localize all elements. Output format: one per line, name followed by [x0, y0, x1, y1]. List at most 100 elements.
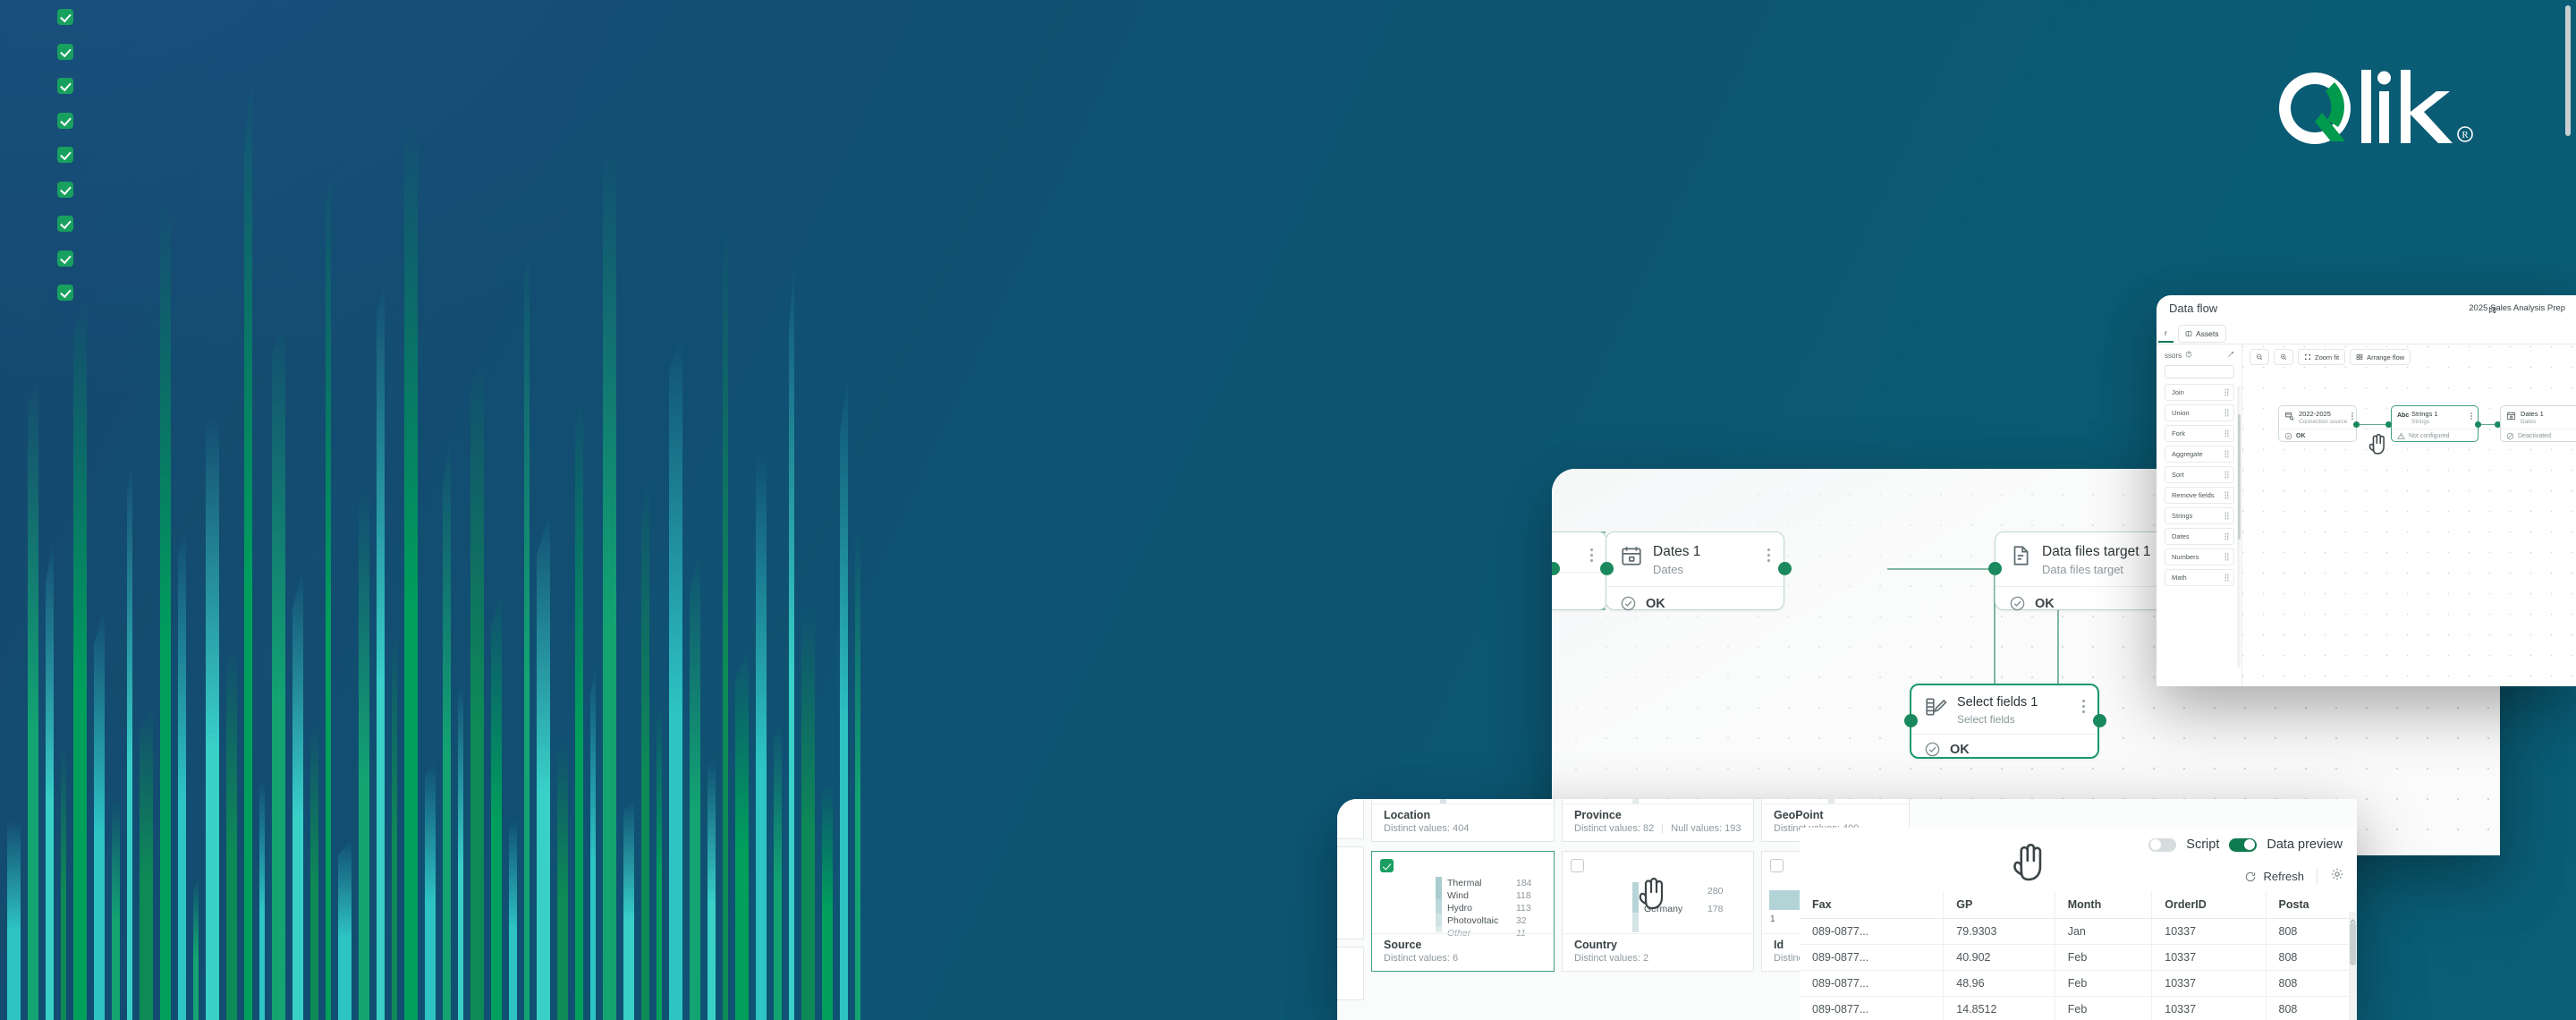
flow-connector-dot[interactable] [1778, 562, 1792, 575]
processor-item[interactable]: Dates [2165, 528, 2234, 545]
app-node-connection-source[interactable]: 2022-2025 Connection source OK [2278, 405, 2357, 442]
profile-card-partial[interactable] [1337, 799, 1364, 839]
node-menu-icon[interactable] [2470, 411, 2472, 420]
flow-connector-dot[interactable] [2093, 714, 2106, 727]
processor-item[interactable]: Fork [2165, 425, 2234, 442]
profile-card-province[interactable]: Other222 Null193 Province Distinct value… [1562, 799, 1754, 842]
app-node-strings-1[interactable]: Abc Strings 1 Strings Not configured [2391, 405, 2479, 442]
zoom-in-button[interactable] [2274, 349, 2293, 365]
table-row[interactable]: 089-0877... 79.9303 Jan 10337 808 [1800, 918, 2357, 945]
node-menu-icon[interactable] [1590, 544, 1594, 562]
flow-connector-dot[interactable] [2475, 421, 2481, 428]
scroll-up-arrow-icon[interactable] [2349, 914, 2357, 923]
fields-scrollbar[interactable] [2565, 5, 2571, 136]
legend-key: Null [1644, 799, 1708, 801]
data-preview-toggle[interactable] [2229, 837, 2258, 852]
chart-bar [537, 510, 550, 1020]
chart-bar [756, 452, 767, 1020]
drag-handle-icon[interactable] [2224, 450, 2229, 458]
drag-handle-icon[interactable] [2224, 532, 2229, 540]
app-node-dates-1[interactable]: Dates 1 Dates Deactivated [2500, 405, 2576, 442]
tab-assets[interactable]: Assets [2178, 325, 2226, 343]
legend-key: Other [1452, 799, 1516, 801]
chart-bar [801, 607, 815, 1020]
profile-card-location[interactable]: Crodo3 Other440 Location Distinct values… [1371, 799, 1555, 842]
gear-icon[interactable] [2330, 867, 2344, 886]
field-checkbox[interactable] [57, 181, 73, 198]
flow-connector-dot[interactable] [2353, 421, 2360, 428]
distinct-values: Distinct values: 2 [1574, 953, 1649, 964]
chart-bar [641, 471, 649, 1020]
processor-item[interactable]: Strings [2165, 507, 2234, 524]
tab-prepare[interactable]: r [2158, 325, 2174, 343]
zoom-out-button[interactable] [2250, 349, 2269, 365]
app-flow-canvas[interactable] [2242, 344, 2576, 686]
drag-handle-icon[interactable] [2224, 429, 2229, 438]
processor-item[interactable]: Union [2165, 404, 2234, 421]
field-checkbox[interactable] [57, 250, 73, 267]
chart-bar [623, 800, 634, 1020]
preview-table[interactable]: Fax GP Month OrderID Posta 089-0877... 79.930… [1800, 891, 2357, 1020]
flow-connector-dot[interactable] [2385, 421, 2392, 428]
drag-handle-icon[interactable] [2224, 553, 2229, 561]
processor-item[interactable]: Aggregate [2165, 446, 2234, 463]
drag-handle-icon[interactable] [2224, 574, 2229, 582]
profile-card-partial[interactable] [1337, 947, 1364, 1000]
table-column-header[interactable]: GP [1943, 891, 2055, 919]
table-column-header[interactable]: Fax [1800, 891, 1945, 919]
field-checkbox[interactable] [57, 9, 73, 26]
table-column-header[interactable]: Posta [2266, 891, 2357, 919]
node-menu-icon[interactable] [2351, 411, 2353, 420]
profile-card-source[interactable]: Thermal 184 Wind 118 Hydro 113 Photovoltaic… [1371, 851, 1555, 972]
script-toggle[interactable] [2148, 837, 2177, 852]
drag-handle-icon[interactable] [2224, 409, 2229, 417]
flow-connector-dot[interactable] [1600, 562, 1614, 575]
table-column-header[interactable]: Month [2055, 891, 2153, 919]
node-subtitle: Dates [1653, 563, 1683, 577]
drag-handle-icon[interactable] [2224, 491, 2229, 499]
field-checkbox[interactable] [57, 216, 73, 233]
processor-item[interactable]: Join [2165, 384, 2234, 401]
profile-card-country[interactable]: Italy 280 Germany 178 Country Distinct val… [1562, 851, 1754, 972]
field-checkbox[interactable] [1770, 859, 1784, 872]
field-checkbox[interactable] [1380, 859, 1394, 872]
field-checkbox[interactable] [1571, 859, 1584, 872]
refresh-button[interactable]: Refresh [2244, 870, 2304, 883]
help-icon[interactable] [2185, 351, 2192, 360]
drag-handle-icon[interactable] [2224, 471, 2229, 479]
field-checkbox[interactable] [57, 285, 73, 302]
table-row[interactable]: 089-0877... 48.96 Feb 10337 808 [1800, 970, 2357, 997]
status-deactivated-icon [2506, 432, 2514, 440]
arrange-flow-button[interactable]: Arrange flow [2350, 349, 2411, 365]
flow-connector-dot[interactable] [1904, 714, 1918, 727]
field-checkbox[interactable] [57, 43, 73, 60]
drag-handle-icon[interactable] [2224, 512, 2229, 520]
zoom-fit-button[interactable]: Zoom fit [2298, 349, 2346, 365]
preview-scrollbar[interactable] [2350, 922, 2356, 965]
table-row[interactable]: 089-0877... 14.8512 Feb 10337 808 [1800, 996, 2357, 1020]
flow-connector-dot[interactable] [1988, 562, 2002, 575]
field-checkbox[interactable] [57, 112, 73, 129]
processors-search-input[interactable] [2165, 365, 2234, 378]
profile-card-partial[interactable] [1337, 846, 1364, 939]
field-checkbox[interactable] [57, 78, 73, 95]
processor-item[interactable]: Remove fields [2165, 487, 2234, 504]
processor-item[interactable]: Math [2165, 569, 2234, 586]
sidebar-scrollbar[interactable] [2237, 414, 2241, 540]
toolbar-divider [2317, 868, 2318, 885]
node-menu-icon[interactable] [1767, 544, 1771, 562]
drag-handle-icon[interactable] [2224, 388, 2229, 396]
field-checkbox[interactable] [57, 147, 73, 164]
collapse-icon[interactable] [2227, 351, 2234, 360]
processors-list[interactable]: Join Union Fork Aggregate Sort Remove fields S… [2157, 384, 2241, 586]
chart-bar [840, 374, 848, 1020]
node-menu-icon[interactable] [2082, 695, 2086, 713]
flow-node-dates-1[interactable]: Dates 1 Dates OK [1606, 531, 1784, 611]
processor-item[interactable]: Sort [2165, 466, 2234, 483]
table-row[interactable]: 089-0877... 40.902 Feb 10337 808 [1800, 944, 2357, 971]
flow-node-partial[interactable] [1552, 531, 1607, 610]
table-column-header[interactable]: OrderID [2151, 891, 2267, 919]
processor-item[interactable]: Numbers [2165, 548, 2234, 565]
node-status: OK [1646, 596, 1665, 611]
flow-node-select-fields-1[interactable]: Select fields 1 Select fields OK [1910, 684, 2099, 759]
